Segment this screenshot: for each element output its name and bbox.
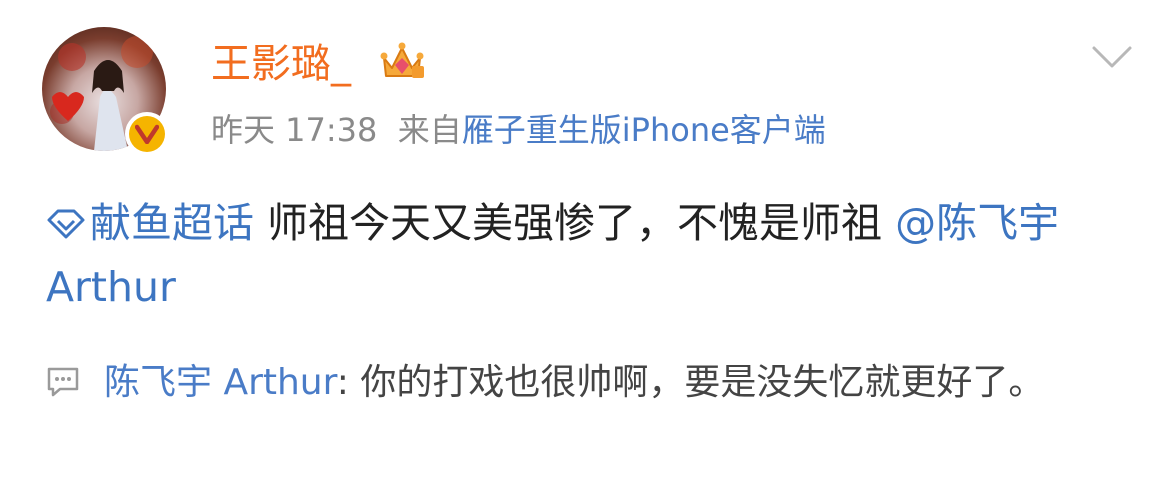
weibo-post: 王影璐_ 昨天 17:38 来自雁子重生版iPhone客户端 献鱼超话 师祖今天…	[0, 0, 1170, 502]
diamond-topic-icon	[47, 209, 85, 239]
comment: 陈飞宇 Arthur: 你的打戏也很帅啊，要是没失忆就更好了。	[104, 352, 1104, 414]
post-content: 献鱼超话 师祖今天又美强惨了，不愧是师祖 @陈飞宇 Arthur	[46, 191, 1131, 319]
post-time: 昨天 17:38	[211, 111, 378, 149]
comment-bubble-icon	[46, 365, 80, 399]
crown-icon[interactable]	[378, 38, 426, 86]
topic-link[interactable]: 献鱼超话	[46, 199, 254, 247]
source-prefix: 来自	[397, 111, 462, 149]
post-body-text: 师祖今天又美强惨了，不愧是师祖	[267, 199, 883, 247]
comment-author-link[interactable]: 陈飞宇 Arthur	[104, 362, 337, 403]
post-meta: 昨天 17:38 来自雁子重生版iPhone客户端	[211, 110, 826, 150]
comment-text: 你的打戏也很帅啊，要是没失忆就更好了。	[360, 362, 1045, 403]
chevron-down-icon[interactable]	[1090, 42, 1134, 72]
comment-separator: :	[336, 362, 361, 403]
verified-badge	[125, 112, 169, 156]
source-app-link[interactable]: 雁子重生版iPhone客户端	[462, 111, 826, 149]
verified-v-icon	[129, 116, 165, 152]
username[interactable]: 王影璐_	[211, 40, 351, 88]
topic-label: 献鱼超话	[90, 199, 254, 247]
